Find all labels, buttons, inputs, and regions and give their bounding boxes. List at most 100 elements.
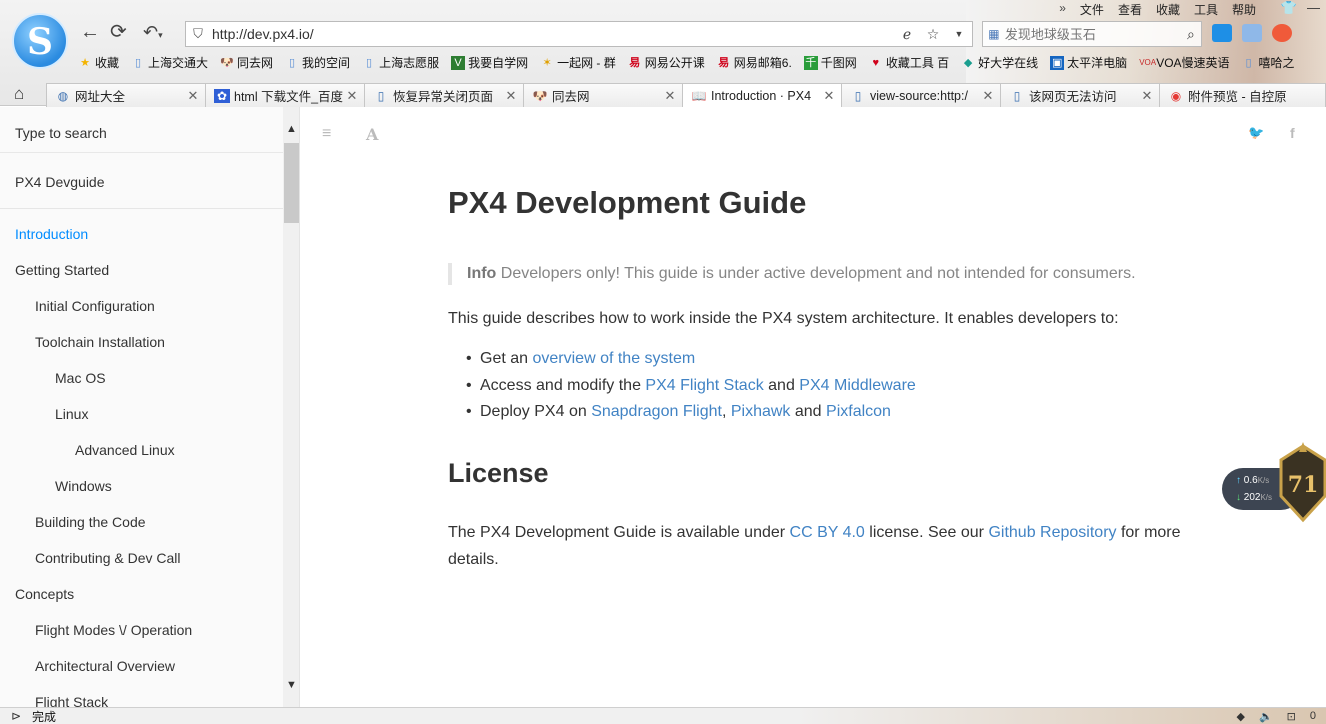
tab-item[interactable]: ▯ 该网页无法访问 ✕ (1000, 83, 1160, 107)
book-summary-sidebar: Type to search PX4 Devguide Introduction… (0, 107, 300, 707)
close-icon[interactable]: ✕ (187, 88, 199, 104)
extension-reader-icon[interactable] (1242, 24, 1262, 42)
link-github-repository[interactable]: Github Repository (988, 524, 1116, 541)
bookmark-item[interactable]: 易网易公开课 (628, 54, 705, 71)
page-icon: ▯ (289, 56, 296, 69)
minimize-icon[interactable]: — (1307, 0, 1320, 16)
tab-item[interactable]: ▯ view-source:http:/✕ (841, 83, 1001, 107)
address-bar[interactable]: ⛉ http://dev.px4.io/ ℯ ☆ ▼ (185, 21, 973, 47)
extension-search-icon[interactable] (1212, 24, 1232, 42)
tab-item[interactable]: ◉ 附件预览 - 自控原 (1159, 83, 1326, 107)
sidebar-item-concepts[interactable]: Concepts (0, 576, 283, 612)
bookmark-item[interactable]: VOA VOA慢速英语 (1139, 54, 1229, 71)
close-icon[interactable]: ✕ (823, 88, 835, 104)
browser-logo-icon[interactable]: S (12, 13, 68, 69)
facebook-icon[interactable]: f (1290, 125, 1295, 141)
sidebar-item-initial-configuration[interactable]: Initial Configuration (0, 288, 283, 324)
skin-icon[interactable]: 👕 (1281, 0, 1297, 16)
close-icon[interactable]: ✕ (982, 88, 994, 104)
level-badge-icon[interactable]: 71 (1270, 440, 1326, 528)
undo-icon[interactable]: ↶▾ (143, 22, 163, 45)
home-icon[interactable]: ⌂ (14, 84, 24, 104)
bookmark-item[interactable]: ▯ 上海交通大 (131, 54, 208, 71)
bookmark-item[interactable]: ▯ 嘻哈之 (1242, 54, 1295, 71)
font-settings-icon[interactable]: A (366, 125, 378, 144)
scroll-up-icon[interactable]: ▲ (283, 121, 299, 138)
close-icon[interactable]: ✕ (1141, 88, 1153, 104)
search-box[interactable]: ▦ ⌕ (982, 21, 1202, 47)
sidebar-scrollbar[interactable]: ▲ ▼ (283, 107, 299, 707)
address-url[interactable]: http://dev.px4.io/ (210, 26, 894, 42)
license-heading: License (448, 457, 549, 488)
menu-view[interactable]: 查看 (1118, 1, 1142, 18)
menu-help[interactable]: 帮助 (1232, 1, 1256, 18)
refresh-icon[interactable]: ⟳ (110, 22, 127, 42)
sidebar-item-toolchain-installation[interactable]: Toolchain Installation (0, 324, 283, 360)
address-dropdown-icon[interactable]: ▼ (946, 29, 972, 39)
menu-overflow-button[interactable]: » (1059, 1, 1066, 18)
sidebar-book-title[interactable]: PX4 Devguide (0, 164, 283, 200)
bookmark-item[interactable]: ✶ 一起网 - 群 (540, 54, 615, 71)
dog-icon: 🐶 (532, 88, 548, 103)
menu-favorites[interactable]: 收藏 (1156, 1, 1180, 18)
menu-tools[interactable]: 工具 (1194, 1, 1218, 18)
back-arrow-icon[interactable]: ← (80, 22, 100, 42)
sidebar-item-flight-stack[interactable]: Flight Stack (0, 684, 283, 707)
sidebar-item-advanced-linux[interactable]: Advanced Linux (0, 432, 283, 468)
favorite-star-icon[interactable]: ☆ (920, 26, 946, 43)
search-icon[interactable]: ⌕ (1181, 26, 1201, 43)
download-icon[interactable]: ⊡ (1287, 710, 1296, 723)
link-flight-stack[interactable]: PX4 Flight Stack (645, 377, 763, 394)
search-input[interactable] (1004, 26, 1181, 42)
tab-item[interactable]: ▯ 恢复异常关闭页面 ✕ (364, 83, 524, 107)
bookmarks-bar: ★ 收藏 ▯ 上海交通大 🐶 同去网 ▯ 我的空间 ▯ 上海志愿服 V 我要自学网 ✶ 一起网… (78, 54, 1295, 71)
close-icon[interactable]: ✕ (505, 88, 517, 104)
bookmark-item[interactable]: ▣ 太平洋电脑 (1050, 54, 1127, 71)
tab-item[interactable]: 🐶 同去网 ✕ (523, 83, 683, 107)
close-icon[interactable]: ✕ (346, 88, 358, 104)
bookmark-item[interactable]: ★ 收藏 (78, 54, 119, 71)
bookmark-item[interactable]: ◆ 好大学在线 (961, 54, 1038, 71)
link-overview[interactable]: overview of the system (532, 350, 695, 367)
link-middleware[interactable]: PX4 Middleware (799, 377, 916, 394)
book-body: ≡ A 🐦 f PX4 Development Guide Info Devel… (300, 107, 1326, 707)
intro-paragraph: This guide describes how to work inside … (448, 310, 1119, 327)
close-icon[interactable]: ✕ (664, 88, 676, 104)
sidebar-item-windows[interactable]: Windows (0, 468, 283, 504)
sidebar-item-flight-modes[interactable]: Flight Modes \/ Operation (0, 612, 283, 648)
link-cc-by[interactable]: CC BY 4.0 (790, 524, 865, 541)
link-pixfalcon[interactable]: Pixfalcon (826, 403, 891, 420)
bookmark-item[interactable]: 千千图网 (803, 54, 857, 71)
twitter-icon[interactable]: 🐦 (1248, 125, 1264, 141)
sidebar-item-building-the-code[interactable]: Building the Code (0, 504, 283, 540)
mode-icon[interactable]: ◆ (1236, 710, 1244, 723)
bookmark-item[interactable]: 易网易邮箱6. (717, 54, 792, 71)
ie-mode-icon[interactable]: ℯ (894, 26, 920, 43)
sidebar-item-contributing[interactable]: Contributing & Dev Call (0, 540, 283, 576)
sidebar-item-getting-started[interactable]: Getting Started (0, 252, 283, 288)
sidebar-item-introduction[interactable]: Introduction (0, 216, 283, 252)
bookmark-item[interactable]: ▯ 上海志愿服 (362, 54, 439, 71)
menu-file[interactable]: 文件 (1080, 1, 1104, 18)
sidebar-item-mac-os[interactable]: Mac OS (0, 360, 283, 396)
scroll-down-icon[interactable]: ▼ (283, 677, 299, 694)
volume-icon[interactable]: 🔈 (1259, 710, 1273, 723)
sidebar-item-architectural-overview[interactable]: Architectural Overview (0, 648, 283, 684)
sidebar-search-input[interactable]: Type to search (0, 107, 283, 153)
bookmark-item[interactable]: 🐶 同去网 (220, 54, 273, 71)
sidebar-item-linux[interactable]: Linux (0, 396, 283, 432)
tab-item[interactable]: ◍ 网址大全 ✕ (46, 83, 206, 107)
status-panel-icon[interactable]: ⊳ (0, 709, 32, 723)
scrollbar-thumb[interactable] (284, 143, 299, 223)
adblock-count[interactable]: 0 (1310, 710, 1316, 723)
bookmark-item[interactable]: ▯ 我的空间 (285, 54, 350, 71)
bookmark-item[interactable]: ♥ 收藏工具 百 (869, 54, 950, 71)
bookmark-item[interactable]: V 我要自学网 (451, 54, 528, 71)
extension-record-icon[interactable] (1272, 24, 1292, 42)
search-engine-icon[interactable]: ▦ (983, 27, 1005, 41)
link-pixhawk[interactable]: Pixhawk (731, 403, 791, 420)
toggle-sidebar-icon[interactable]: ≡ (322, 125, 331, 143)
tab-item-active[interactable]: 📖 Introduction · PX4 ✕ (682, 83, 842, 108)
link-snapdragon[interactable]: Snapdragon Flight (591, 403, 722, 420)
tab-item[interactable]: ✿ html 下载文件_百度 ✕ (205, 83, 365, 107)
